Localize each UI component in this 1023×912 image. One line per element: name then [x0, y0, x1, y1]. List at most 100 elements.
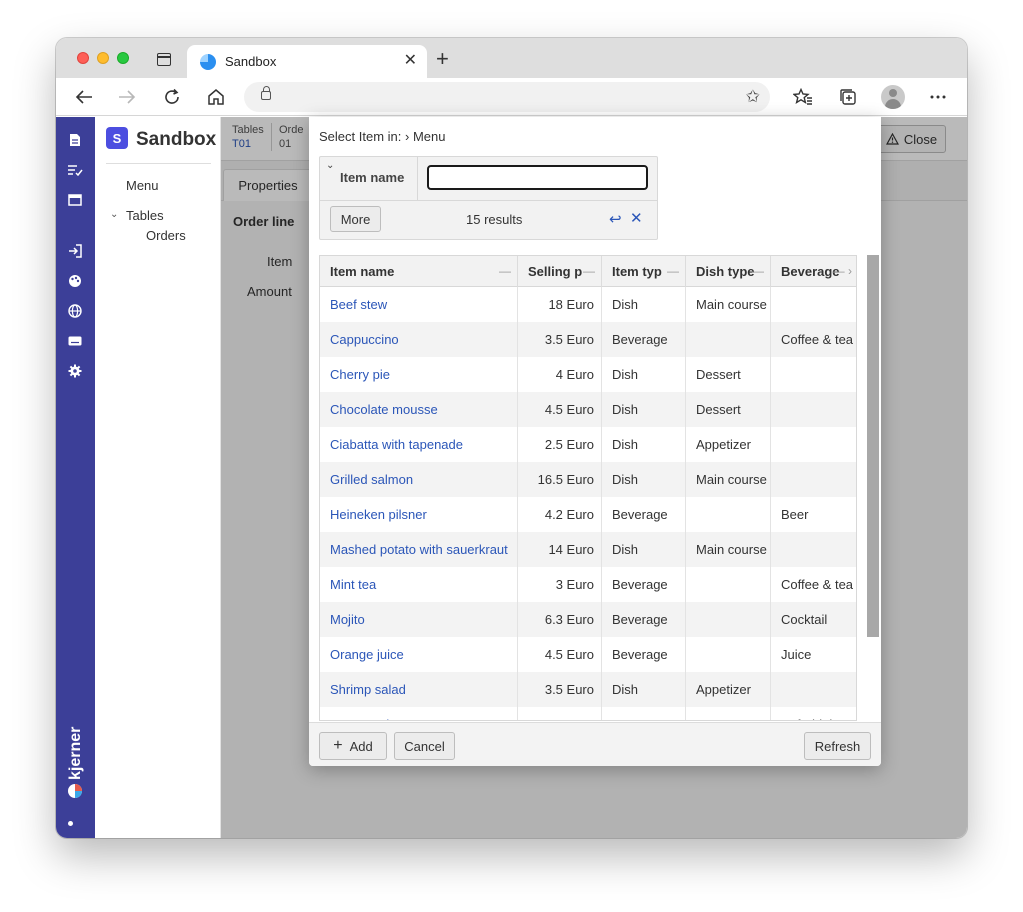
- table-row[interactable]: Cappuccino 3.5 Euro Beverage Coffee & tea: [320, 322, 856, 357]
- status-dot: [68, 821, 73, 826]
- cell-beverage: Juice: [781, 647, 812, 662]
- table-row[interactable]: Chocolate mousse 4.5 Euro Dish Dessert: [320, 392, 856, 427]
- favorites-icon[interactable]: [792, 86, 814, 108]
- window-icon[interactable]: [66, 191, 84, 209]
- minimize-window-button[interactable]: [97, 52, 109, 64]
- cell-item-type: Dish: [602, 427, 686, 462]
- scrollbar[interactable]: [867, 255, 879, 637]
- add-label: Add: [349, 738, 373, 754]
- new-tab-button[interactable]: +: [436, 48, 449, 70]
- table-row[interactable]: Cherry pie 4 Euro Dish Dessert: [320, 357, 856, 392]
- more-button[interactable]: More: [330, 206, 381, 232]
- item-name-search-input[interactable]: [427, 165, 648, 190]
- cell-item-name[interactable]: Heineken pilsner: [320, 497, 518, 532]
- document-icon[interactable]: [66, 131, 84, 149]
- sidebar-item-orders[interactable]: Orders: [146, 228, 186, 243]
- refresh-button[interactable]: Refresh: [804, 732, 871, 760]
- maximize-window-button[interactable]: [117, 52, 129, 64]
- cancel-button[interactable]: Cancel: [394, 732, 455, 760]
- gear-icon[interactable]: [66, 362, 84, 380]
- browser-tab[interactable]: Sandbox ✕: [187, 45, 427, 78]
- column-label: Item typ: [612, 264, 662, 279]
- login-icon[interactable]: [66, 242, 84, 260]
- collections-icon[interactable]: [837, 86, 859, 108]
- column-menu-icon[interactable]: — ›: [833, 264, 852, 278]
- cell-beverage: [771, 357, 856, 392]
- cell-item-name[interactable]: Spa mood: [320, 707, 518, 720]
- table-row[interactable]: Spa mood3 EuroBeverage Soft drink: [320, 707, 856, 720]
- browser-toolbar: ✩: [56, 78, 967, 116]
- tab-close-icon[interactable]: ✕: [404, 52, 417, 70]
- column-header-item-type[interactable]: Item typ —: [602, 256, 686, 287]
- undo-icon[interactable]: ↩: [609, 210, 622, 228]
- table-row[interactable]: Beef stew 18 Euro Dish Main course: [320, 287, 856, 322]
- clear-search-icon[interactable]: ✕: [630, 209, 643, 227]
- column-header-item-name[interactable]: Item name —: [320, 256, 518, 287]
- table-row[interactable]: Ciabatta with tapenade 2.5 Euro Dish Appeti…: [320, 427, 856, 462]
- reload-icon[interactable]: [161, 86, 183, 108]
- column-menu-icon[interactable]: —: [583, 264, 595, 278]
- sidebar-item-menu[interactable]: Menu: [126, 178, 159, 193]
- cell-item-name[interactable]: Mashed potato with sauerkraut: [320, 532, 518, 567]
- chevron-down-icon[interactable]: ⌄: [326, 160, 334, 171]
- home-icon[interactable]: [205, 86, 227, 108]
- column-header-selling-price[interactable]: Selling p —: [518, 256, 602, 287]
- tab-actions-icon[interactable]: [157, 53, 171, 66]
- cell-item-name[interactable]: Mint tea: [320, 567, 518, 602]
- table-row[interactable]: Mint tea 3 Euro Beverage Coffee & tea: [320, 567, 856, 602]
- close-window-button[interactable]: [77, 52, 89, 64]
- dialog-title: Select Item in: › Menu: [319, 129, 445, 144]
- table-row[interactable]: Shrimp salad 3.5 Euro Dish Appetizer: [320, 672, 856, 707]
- cell-item-name[interactable]: Ciabatta with tapenade: [320, 427, 518, 462]
- cell-beverage: Coffee & tea: [781, 332, 854, 347]
- cell-selling-price: 6.3 Euro: [518, 602, 602, 637]
- cell-item-type: Beverage: [602, 637, 686, 672]
- cell-selling-price: 14 Euro: [518, 532, 602, 567]
- palette-icon[interactable]: [66, 272, 84, 290]
- forward-icon[interactable]: [116, 86, 138, 108]
- column-header-dish-type[interactable]: Dish type —: [686, 256, 771, 287]
- cell-item-name[interactable]: Cherry pie: [320, 357, 518, 392]
- app-title: Sandbox: [136, 129, 217, 150]
- cell-item-type: Dish: [602, 392, 686, 427]
- column-header-beverage[interactable]: Beverage — ›: [771, 256, 856, 287]
- cell-item-type: Dish: [602, 357, 686, 392]
- keyboard-icon[interactable]: [66, 332, 84, 350]
- table-row[interactable]: Grilled salmon 16.5 Euro Dish Main course: [320, 462, 856, 497]
- checklist-icon[interactable]: [66, 161, 84, 179]
- favicon-icon: [200, 54, 216, 70]
- chevron-down-icon[interactable]: ⌄: [110, 209, 118, 220]
- cell-item-name[interactable]: Beef stew: [320, 287, 518, 322]
- cell-beverage: [771, 462, 856, 497]
- column-label: Beverage: [781, 264, 840, 279]
- cell-item-name[interactable]: Grilled salmon: [320, 462, 518, 497]
- globe-icon[interactable]: [66, 302, 84, 320]
- table-row[interactable]: Mojito 6.3 Euro Beverage Cocktail: [320, 602, 856, 637]
- table-row[interactable]: Orange juice 4.5 Euro Beverage Juice: [320, 637, 856, 672]
- column-menu-icon[interactable]: —: [667, 264, 679, 278]
- dialog-title-path[interactable]: › Menu: [405, 129, 445, 144]
- more-options-icon[interactable]: [927, 86, 949, 108]
- add-button[interactable]: + Add: [319, 732, 387, 760]
- cell-item-name[interactable]: Mojito: [320, 602, 518, 637]
- title-bar: Sandbox ✕ +: [56, 38, 967, 78]
- cell-item-name[interactable]: Shrimp salad: [320, 672, 518, 707]
- cell-item-name[interactable]: Cappuccino: [320, 322, 518, 357]
- column-menu-icon[interactable]: —: [499, 264, 511, 278]
- column-menu-icon[interactable]: —: [752, 264, 764, 278]
- tab-title: Sandbox: [225, 54, 277, 69]
- table-row[interactable]: Mashed potato with sauerkraut 14 Euro Dish…: [320, 532, 856, 567]
- cell-item-type: Beverage: [602, 602, 686, 637]
- cell-dish-type: [686, 497, 771, 532]
- cell-dish-type: [686, 567, 771, 602]
- cell-item-name[interactable]: Chocolate mousse: [320, 392, 518, 427]
- cell-beverage: Beer: [781, 507, 809, 522]
- cell-item-name[interactable]: Orange juice: [320, 637, 518, 672]
- address-bar[interactable]: ✩: [244, 82, 770, 112]
- table-row[interactable]: Heineken pilsner 4.2 Euro Beverage Beer: [320, 497, 856, 532]
- plus-icon: +: [333, 737, 343, 754]
- profile-avatar[interactable]: [881, 85, 905, 109]
- add-favorite-icon[interactable]: ✩: [746, 87, 760, 107]
- back-icon[interactable]: [73, 86, 95, 108]
- sidebar-item-tables[interactable]: Tables: [126, 208, 164, 223]
